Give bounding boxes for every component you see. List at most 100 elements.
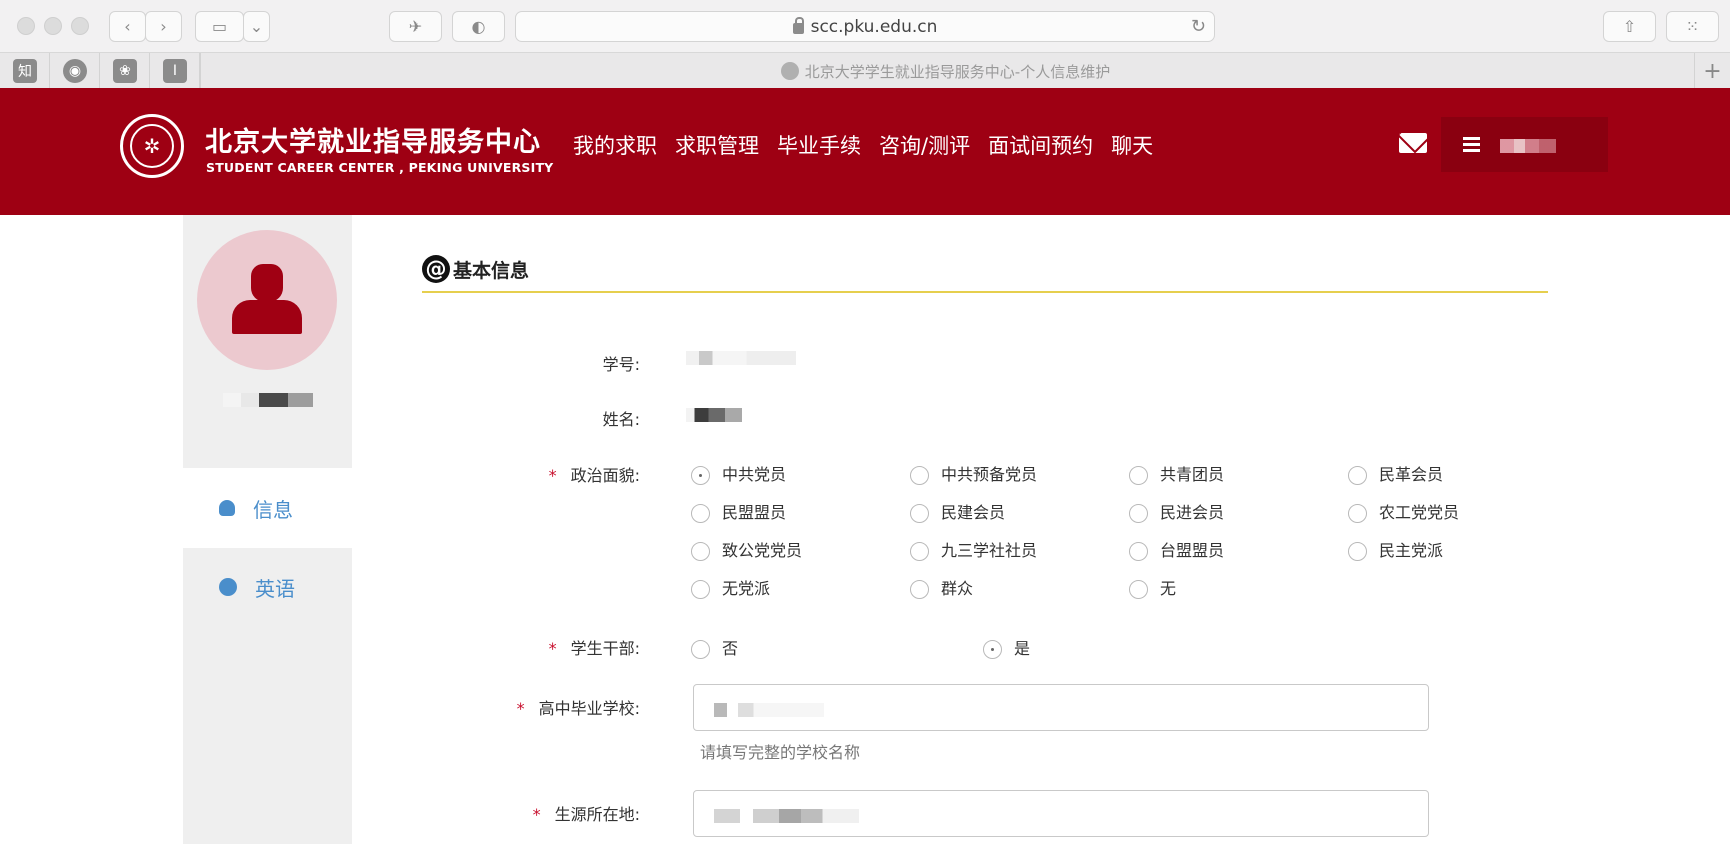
required-marker: *: [548, 639, 557, 658]
radio-circle: [1129, 503, 1148, 523]
plus-icon: +: [1703, 58, 1722, 84]
radio-political-minge[interactable]: 民革会员: [1348, 461, 1443, 485]
origin-value-redacted: [714, 809, 859, 823]
radio-political-nonggong[interactable]: 农工党党员: [1348, 499, 1459, 523]
nav-my-job-search[interactable]: 我的求职: [573, 130, 657, 160]
site-favicon-icon: [780, 62, 799, 80]
minimize-window-button[interactable]: [44, 17, 62, 35]
radio-circle: [691, 639, 710, 659]
radio-political-ccp-member[interactable]: 中共党员: [691, 461, 786, 485]
pku-seal-inner: ✲: [130, 124, 174, 168]
pku-seal-logo[interactable]: ✲: [120, 114, 184, 178]
share-button[interactable]: ⇧: [1603, 11, 1656, 42]
zhihu-icon: 知: [13, 59, 37, 83]
close-window-button[interactable]: [17, 17, 35, 35]
grid-icon: ⁙: [1685, 17, 1700, 36]
address-bar[interactable]: scc.pku.edu.cn ↻: [515, 11, 1215, 42]
radio-political-zhigong[interactable]: 致公党党员: [691, 537, 802, 561]
user-menu-button[interactable]: [1441, 117, 1608, 172]
share-icon: ⇧: [1622, 17, 1637, 36]
sidebar-item-info[interactable]: 信息: [183, 488, 352, 528]
zoom-window-button[interactable]: [71, 17, 89, 35]
radio-political-ccp-probationary[interactable]: 中共预备党员: [910, 461, 1037, 485]
radio-political-minjian[interactable]: 民建会员: [910, 499, 1005, 523]
radio-cadre-yes[interactable]: 是: [983, 635, 1030, 659]
radio-political-democratic-party[interactable]: 民主党派: [1348, 537, 1443, 561]
sidebar-menu-button[interactable]: ⌄: [243, 11, 270, 42]
sidebar-toggle-button[interactable]: ▭: [195, 11, 244, 42]
radio-circle: [910, 503, 929, 523]
required-marker: *: [516, 699, 525, 718]
tab-overview-button[interactable]: ⁙: [1666, 11, 1719, 42]
forward-button[interactable]: ›: [145, 11, 182, 42]
radio-circle: [1348, 503, 1367, 523]
radio-cadre-no[interactable]: 否: [691, 635, 738, 659]
high-school-label: * 高中毕业学校:: [516, 699, 640, 718]
site-header: ✲ 北京大学就业指导服务中心 STUDENT CAREER CENTER , P…: [0, 88, 1730, 215]
location-pin-icon: ◉: [63, 59, 87, 83]
browser-toolbar: ‹ › ▭ ⌄ ✈ ◐ scc.pku.edu.cn ↻ ⇧ ⁙: [0, 0, 1730, 52]
radio-circle: [910, 541, 929, 561]
nav-consult-assessment[interactable]: 咨询/测评: [879, 130, 970, 160]
paw-icon: ❀: [113, 59, 137, 83]
browser-chrome: ‹ › ▭ ⌄ ✈ ◐ scc.pku.edu.cn ↻ ⇧ ⁙ 知 ◉ ❀ I…: [0, 0, 1730, 89]
sidebar-item-label: 英语: [255, 576, 295, 601]
radio-circle: [691, 579, 710, 599]
name-value-redacted: [686, 408, 742, 422]
avatar-head: [251, 264, 283, 302]
envelope-icon[interactable]: [1399, 133, 1427, 153]
favorite-item-zhihu[interactable]: 知: [0, 53, 50, 89]
sidebar-item-label: 信息: [253, 497, 293, 522]
radio-circle: [910, 579, 929, 599]
hamburger-menu-icon: [1463, 137, 1480, 152]
privacy-shield-button[interactable]: ◐: [452, 11, 505, 42]
origin-location-label: * 生源所在地:: [532, 805, 640, 824]
radio-circle: [1348, 541, 1367, 561]
name-label: 姓名:: [602, 410, 640, 429]
radio-political-minjin[interactable]: 民进会员: [1129, 499, 1224, 523]
radio-political-none[interactable]: 无: [1129, 575, 1176, 599]
profile-sidebar: 信息 英语: [183, 215, 352, 844]
back-button[interactable]: ‹: [109, 11, 146, 42]
radio-circle: [1129, 541, 1148, 561]
nav-job-management[interactable]: 求职管理: [675, 130, 759, 160]
bird-icon: ✈: [408, 17, 423, 36]
favorites-bar: 知 ◉ ❀ I 北京大学学生就业指导服务中心-个人信息维护 +: [0, 52, 1730, 89]
political-status-label: * 政治面貌:: [548, 466, 640, 485]
extension-bird-button[interactable]: ✈: [389, 11, 442, 42]
new-tab-button[interactable]: +: [1694, 53, 1730, 89]
radio-political-jiusan[interactable]: 九三学社社员: [910, 537, 1037, 561]
sidebar-icon: ▭: [211, 17, 228, 36]
high-school-hint: 请填写完整的学校名称: [700, 743, 861, 762]
radio-political-taimeng[interactable]: 台盟盟员: [1129, 537, 1224, 561]
favorite-item-i[interactable]: I: [150, 53, 200, 89]
origin-location-input[interactable]: [693, 790, 1429, 837]
site-logo-en[interactable]: STUDENT CAREER CENTER , PEKING UNIVERSIT…: [206, 160, 553, 175]
student-id-label: 学号:: [602, 355, 640, 374]
radio-political-youth-league[interactable]: 共青团员: [1129, 461, 1224, 485]
radio-circle: [1129, 465, 1148, 485]
radio-circle: [691, 541, 710, 561]
nav-interview-room-booking[interactable]: 面试间预约: [988, 130, 1093, 160]
radio-circle-selected: [983, 639, 1002, 659]
chevron-down-icon: ⌄: [249, 17, 264, 36]
favorite-item-location[interactable]: ◉: [50, 53, 100, 89]
high-school-value-redacted: [714, 703, 824, 717]
radio-political-masses[interactable]: 群众: [910, 575, 973, 599]
radio-political-no-party[interactable]: 无党派: [691, 575, 770, 599]
tab-active[interactable]: 北京大学学生就业指导服务中心-个人信息维护: [200, 53, 1690, 89]
site-logo-cn[interactable]: 北京大学就业指导服务中心: [205, 120, 541, 159]
avatar: [197, 230, 337, 370]
favorite-item-baidu[interactable]: ❀: [100, 53, 150, 89]
main-nav: 我的求职 求职管理 毕业手续 咨询/测评 面试间预约 聊天: [573, 130, 1153, 160]
high-school-input[interactable]: [693, 684, 1429, 731]
user-icon: [219, 500, 235, 516]
radio-political-minmeng[interactable]: 民盟盟员: [691, 499, 786, 523]
reload-icon[interactable]: ↻: [1191, 16, 1206, 37]
nav-graduation-procedures[interactable]: 毕业手续: [777, 130, 861, 160]
radio-circle: [1129, 579, 1148, 599]
radio-circle: [691, 503, 710, 523]
nav-chat[interactable]: 聊天: [1111, 130, 1153, 160]
sidebar-item-english[interactable]: 英语: [183, 567, 352, 607]
student-id-value-redacted: [686, 351, 796, 365]
